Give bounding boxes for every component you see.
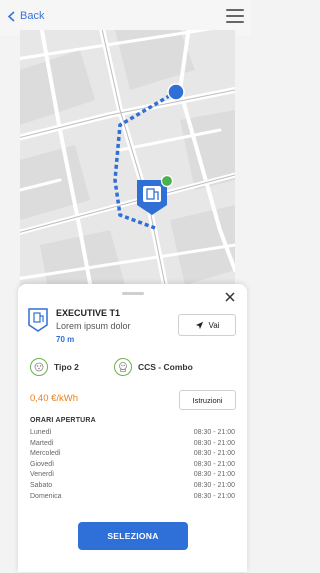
time-range: 08:30 - 21:00	[193, 439, 235, 447]
day-label: Sabato	[30, 481, 53, 489]
day-label: Martedì	[30, 439, 54, 447]
map-view[interactable]	[20, 30, 235, 300]
list-item: Sabato 08:30 - 21:00	[30, 481, 235, 492]
list-item: Giovedì 08:30 - 21:00	[30, 460, 235, 471]
plug-ccs-icon	[114, 358, 132, 376]
back-label: Back	[20, 10, 45, 22]
day-label: Domenica	[30, 492, 62, 500]
list-item: Venerdì 08:30 - 21:00	[30, 470, 235, 481]
plug-type-2: Tipo 2	[30, 357, 79, 377]
instructions-button[interactable]: Istruzioni	[179, 390, 236, 410]
time-range: 08:30 - 21:00	[193, 492, 235, 500]
time-range: 08:30 - 21:00	[193, 460, 235, 468]
opening-hours-list: Lunedì 08:30 - 21:00 Martedì 08:30 - 21:00…	[30, 428, 235, 502]
list-item: Domenica 08:30 - 21:00	[30, 492, 235, 503]
drag-handle[interactable]	[122, 292, 144, 295]
time-range: 08:30 - 21:00	[193, 471, 235, 479]
station-name: EXECUTIVE T1	[56, 308, 121, 318]
list-item: Martedì 08:30 - 21:00	[30, 439, 235, 450]
plug-ccs-combo: CCS - Combo	[114, 357, 193, 377]
plug-type2-icon	[30, 358, 48, 376]
list-item: Mercoledì 08:30 - 21:00	[30, 449, 235, 460]
chevron-left-icon	[7, 10, 15, 22]
day-label: Mercoledì	[30, 450, 61, 458]
navigate-label: Vai	[208, 320, 220, 330]
price-per-kwh: 0,40 €/kWh	[30, 393, 79, 404]
time-range: 08:30 - 21:00	[193, 450, 235, 458]
station-detail-sheet: EXECUTIVE T1 Lorem ipsum dolor 70 m Vai …	[18, 284, 247, 572]
plug-label: Tipo 2	[54, 362, 79, 372]
opening-hours-title: ORARI APERTURA	[30, 417, 96, 424]
list-item: Lunedì 08:30 - 21:00	[30, 428, 235, 439]
select-button[interactable]: SELEZIONA	[78, 522, 188, 550]
navigate-button[interactable]: Vai	[178, 314, 236, 336]
charging-station-icon	[28, 308, 48, 332]
day-label: Lunedì	[30, 429, 52, 436]
station-address: Lorem ipsum dolor	[56, 321, 131, 331]
station-distance: 70 m	[56, 335, 75, 344]
day-label: Giovedì	[30, 460, 55, 468]
plug-label: CCS - Combo	[138, 362, 193, 372]
close-icon[interactable]	[223, 290, 237, 304]
hamburger-menu-icon[interactable]	[226, 9, 244, 23]
time-range: 08:30 - 21:00	[193, 429, 235, 436]
day-label: Venerdì	[30, 471, 55, 479]
user-location-dot	[167, 83, 185, 101]
back-button[interactable]: Back	[7, 10, 44, 22]
navigation-arrow-icon	[195, 321, 203, 329]
time-range: 08:30 - 21:00	[193, 481, 235, 489]
